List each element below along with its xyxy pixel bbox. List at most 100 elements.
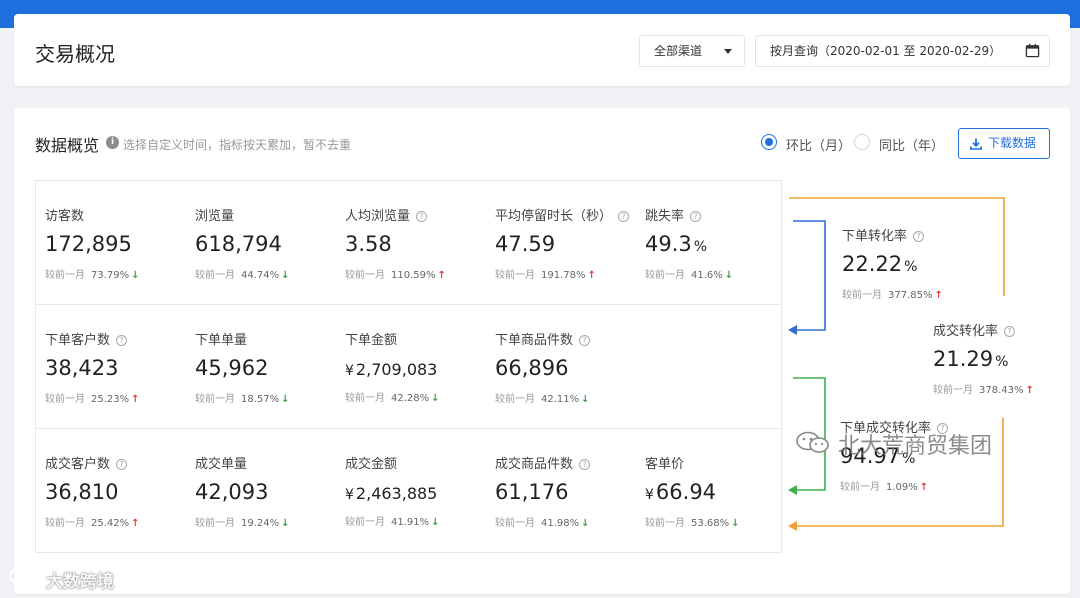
metric-value: 47.59 (495, 232, 556, 256)
watermark-brand: 北大荒商贸集团 (838, 434, 993, 459)
metric-order-items: 下单商品件数? 66,896 较前一月 42.11% ↓ (495, 329, 645, 405)
metric-label-text: 下单商品件数 (495, 333, 574, 348)
help-icon[interactable]: ? (579, 335, 591, 346)
metric-label-text: 平均停留时长（秒） (495, 209, 613, 224)
metric-label: 下单客户数? (45, 329, 195, 348)
metric-label: 人均浏览量? (345, 205, 495, 224)
compare-label: 较前一月 (495, 394, 535, 405)
metric-label-text: 成交商品件数 (495, 457, 574, 472)
metric-deal-amount: 成交金额 ¥2,463,885 较前一月 41.91% ↓ (345, 453, 495, 528)
radio-yoy-label[interactable]: 同比（年） (879, 135, 944, 154)
arrow-up-icon: ↑ (437, 270, 446, 281)
radio-yoy[interactable] (854, 134, 870, 150)
metric-value-number: 2,709,083 (355, 360, 438, 379)
wechat-logo-icon (10, 567, 41, 587)
help-icon[interactable]: ? (116, 335, 128, 346)
compare-label: 较前一月 (195, 394, 235, 405)
help-icon[interactable]: ? (416, 211, 428, 222)
metric-label-text: 成交转化率 (933, 324, 999, 339)
channel-select[interactable]: 全部渠道 (639, 35, 745, 67)
date-range-value: 按月查询（2020-02-01 至 2020-02-29） (770, 44, 1002, 58)
arrow-down-icon: ↓ (281, 270, 290, 281)
help-icon[interactable]: ? (1004, 326, 1016, 337)
arrow-down-icon: ↓ (431, 517, 440, 528)
metric-label: 下单单量 (195, 333, 248, 348)
calendar-icon (1025, 43, 1040, 58)
metric-compare: 较前一月 53.68% ↓ (645, 514, 795, 529)
compare-pct: 42.11% (541, 394, 580, 405)
compare-pct: 377.85% (888, 290, 933, 301)
compare-label: 较前一月 (645, 518, 685, 529)
metric-value-number: 2,463,885 (355, 484, 438, 503)
orange-arrow-head (788, 521, 797, 531)
watermark-source: 大数跨境 (46, 572, 114, 592)
compare-label: 较前一月 (195, 518, 235, 529)
metric-order-conversion: 下单转化率? 22.22% 较前一月 377.85% ↑ (842, 225, 992, 301)
metric-value: ¥2,463,885 (345, 484, 495, 503)
compare-pct: 73.79% (91, 270, 130, 281)
metric-visitors: 访客数 172,895 较前一月 73.79% ↓ (45, 205, 195, 281)
header-card: 交易概况 全部渠道 按月查询（2020-02-01 至 2020-02-29） (14, 14, 1070, 86)
arrow-down-icon: ↓ (731, 518, 740, 529)
compare-pct: 25.42% (91, 518, 130, 529)
metric-label: 下单商品件数? (495, 329, 645, 348)
help-icon[interactable]: ? (116, 459, 128, 470)
date-range-picker[interactable]: 按月查询（2020-02-01 至 2020-02-29） (755, 35, 1050, 67)
help-icon[interactable]: ? (913, 231, 925, 242)
arrow-down-icon: ↓ (431, 393, 440, 404)
metric-label: 成交单量 (195, 457, 248, 472)
metric-pv-per-visitor: 人均浏览量? 3.58 较前一月 110.59% ↑ (345, 205, 495, 281)
help-icon[interactable]: ? (690, 211, 702, 222)
metric-deal-conversion: 成交转化率? 21.29% 较前一月 378.43% ↑ (933, 320, 1080, 396)
help-icon[interactable]: ? (618, 211, 630, 222)
metric-label-text: 成交客户数 (45, 457, 111, 472)
compare-label: 较前一月 (645, 270, 685, 281)
metric-label-text: 人均浏览量 (345, 209, 411, 224)
metric-label-text: 下单转化率 (842, 229, 908, 244)
compare-pct: 25.23% (91, 394, 130, 405)
arrow-up-icon: ↑ (587, 270, 596, 281)
metric-avg-stay: 平均停留时长（秒）? 47.59 较前一月 191.78% ↑ (495, 205, 645, 281)
metric-value: 618,794 (195, 232, 282, 256)
metric-label: 下单金额 (345, 333, 398, 348)
compare-label: 较前一月 (195, 270, 235, 281)
download-label: 下载数据 (988, 136, 1037, 150)
radio-mom[interactable] (761, 134, 777, 150)
metric-value: 66,896 (495, 356, 569, 380)
metric-value: 36,810 (45, 480, 119, 504)
compare-label: 较前一月 (45, 518, 85, 529)
arrow-down-icon: ↓ (581, 518, 590, 529)
metric-compare: 较前一月 377.85% ↑ (842, 286, 992, 301)
compare-pct: 110.59% (391, 270, 436, 281)
metric-compare: 较前一月 378.43% ↑ (933, 381, 1080, 396)
metric-label-text: 下单客户数 (45, 333, 111, 348)
metric-value-number: 21.29 (933, 347, 994, 371)
compare-pct: 378.43% (979, 385, 1024, 396)
currency-symbol: ¥ (645, 487, 654, 503)
metric-deal-items: 成交商品件数? 61,176 较前一月 41.98% ↓ (495, 453, 645, 529)
compare-label: 较前一月 (933, 385, 973, 396)
metric-value: ¥2,709,083 (345, 360, 495, 379)
metric-deal-customers: 成交客户数? 36,810 较前一月 25.42% ↑ (45, 453, 195, 529)
arrow-up-icon: ↑ (131, 518, 140, 529)
metric-compare: 较前一月 41.98% ↓ (495, 514, 645, 529)
metric-order-count: 下单单量 45,962 较前一月 18.57% ↓ (195, 329, 345, 405)
metric-compare: 较前一月 25.23% ↑ (45, 390, 195, 405)
metric-compare: 较前一月 19.24% ↓ (195, 514, 345, 529)
download-button[interactable]: 下载数据 (958, 128, 1050, 159)
compare-label: 较前一月 (840, 482, 880, 493)
section-title: 数据概览 (35, 136, 100, 155)
help-icon[interactable]: ? (579, 459, 591, 470)
metric-order-customers: 下单客户数? 38,423 较前一月 25.23% ↑ (45, 329, 195, 405)
compare-label: 较前一月 (842, 290, 882, 301)
radio-mom-label[interactable]: 环比（月） (786, 135, 851, 154)
metrics-grid: 访客数 172,895 较前一月 73.79% ↓ 浏览量 618,794 较前一月… (35, 180, 782, 553)
metric-value-number: 49.3 (645, 232, 692, 256)
compare-label: 较前一月 (495, 518, 535, 529)
metric-value: 172,895 (45, 232, 132, 256)
metric-compare: 较前一月 18.57% ↓ (195, 390, 345, 405)
data-overview-card: 数据概览 i 选择自定义时间，指标按天累加，暂不去重 环比（月） 同比（年） 下… (14, 108, 1070, 594)
compare-label: 较前一月 (45, 394, 85, 405)
row-divider (36, 304, 781, 305)
blue-connector (793, 220, 826, 331)
